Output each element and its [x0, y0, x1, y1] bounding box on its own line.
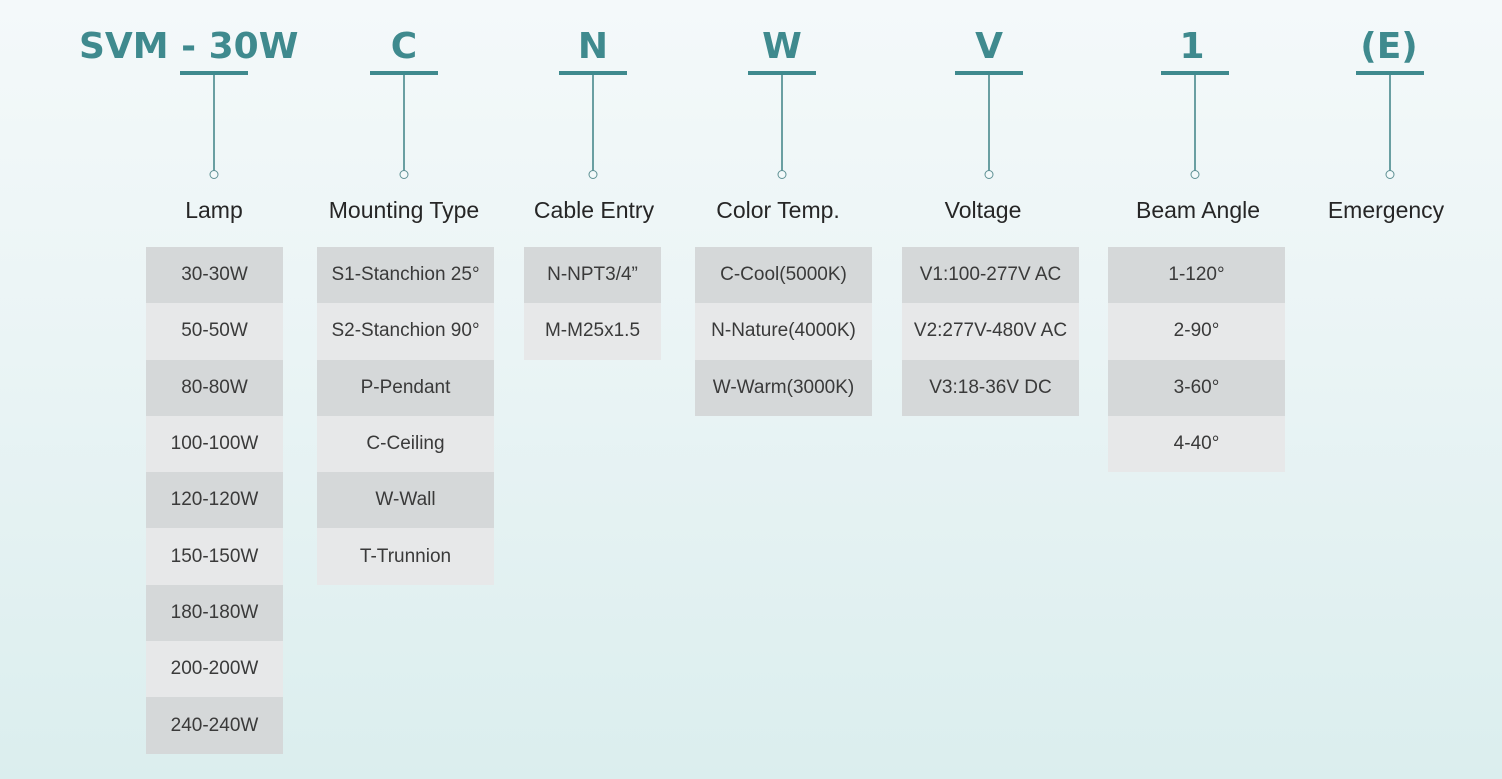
option-cell: N-Nature(4000K) [695, 303, 872, 360]
option-cell: W-Wall [317, 472, 494, 529]
option-cell: 30-30W [146, 247, 283, 304]
option-cell: 120-120W [146, 472, 283, 529]
option-cell: V2:277V-480V AC [902, 303, 1079, 360]
options-table: 1-120° 2-90° 3-60° 4-40° [1108, 247, 1285, 473]
options-table: S1-Stanchion 25° S2-Stanchion 90° P-Pendan… [317, 247, 494, 585]
options-table: 30-30W 50-50W 80-80W 100-100W 120-120W 150-15… [146, 247, 283, 754]
segment-label: Lamp [185, 197, 243, 223]
option-cell: C-Ceiling [317, 415, 494, 473]
connector-dot [399, 170, 409, 179]
connector-line [988, 75, 990, 171]
option-cell: N-NPT3/4” [524, 247, 661, 304]
option-cell: V1:100-277V AC [902, 247, 1079, 304]
option-cell: 80-80W [146, 359, 283, 416]
options-table: C-Cool(5000K) N-Nature(4000K) W-Warm(3000K… [695, 247, 872, 416]
option-cell: S1-Stanchion 25° [317, 247, 494, 304]
option-cell: 180-180W [146, 584, 283, 642]
option-cell: 1-120° [1108, 247, 1285, 304]
connector-dot [209, 170, 219, 179]
option-cell: W-Warm(3000K) [695, 359, 872, 416]
connector-dot [777, 170, 787, 179]
connector-line [781, 75, 783, 171]
options-table: V1:100-277V AC V2:277V-480V AC V3:18-36V D… [902, 247, 1079, 416]
option-cell: S2-Stanchion 90° [317, 303, 494, 360]
option-cell: P-Pendant [317, 359, 494, 416]
option-cell: V3:18-36V DC [902, 359, 1079, 416]
option-cell: 50-50W [146, 303, 283, 360]
option-cell: 200-200W [146, 641, 283, 698]
connector-dot [1190, 170, 1200, 179]
segment-code: SVM - 30W [79, 26, 299, 67]
segment-code: (E) [1360, 26, 1418, 67]
option-cell: 4-40° [1108, 415, 1285, 473]
option-cell: 100-100W [146, 415, 283, 473]
connector-dot [588, 170, 598, 179]
options-table: N-NPT3/4” M-M25x1.5 [524, 247, 661, 360]
option-cell: 240-240W [146, 697, 283, 754]
segment-label: Color Temp. [716, 197, 840, 223]
connector-dot [1385, 170, 1395, 179]
connector-line [403, 75, 405, 171]
segment-label: Emergency [1327, 197, 1445, 223]
option-cell: M-M25x1.5 [524, 303, 661, 360]
option-cell: 3-60° [1108, 359, 1285, 416]
segment-code: N [577, 26, 609, 67]
segment-label: Voltage [944, 197, 1022, 223]
connector-line [592, 75, 594, 171]
option-cell: 150-150W [146, 528, 283, 585]
connector-line [213, 75, 215, 171]
option-cell: T-Trunnion [317, 528, 494, 585]
segment-code: C [390, 26, 418, 67]
connector-line [1389, 75, 1391, 171]
segment-label: Cable Entry [533, 197, 655, 223]
segment-code: 1 [1179, 26, 1205, 67]
segment-code: V [975, 26, 1003, 67]
connector-line [1194, 75, 1196, 171]
segment-label: Mounting Type [328, 197, 480, 223]
connector-dot [984, 170, 994, 179]
option-cell: C-Cool(5000K) [695, 247, 872, 304]
segment-code: W [762, 26, 802, 67]
segment-label: Beam Angle [1135, 197, 1261, 223]
option-cell: 2-90° [1108, 303, 1285, 360]
